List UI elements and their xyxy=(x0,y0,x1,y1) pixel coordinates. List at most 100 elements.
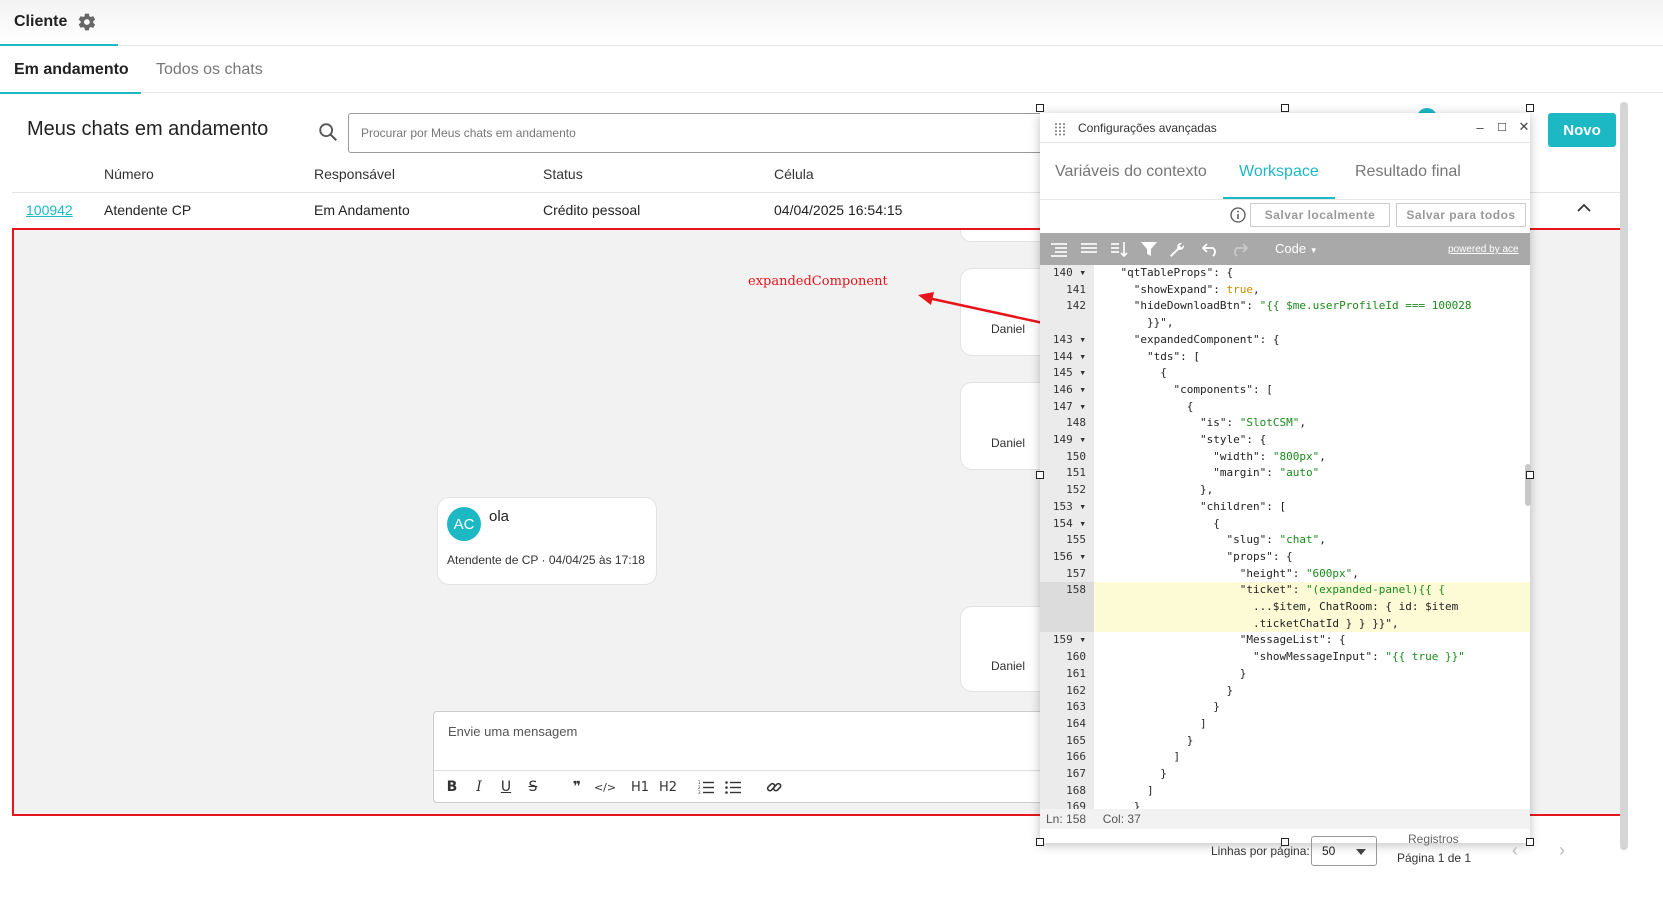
line-number: 168 xyxy=(1066,783,1086,797)
line-number: 161 xyxy=(1066,666,1086,680)
gear-icon[interactable] xyxy=(77,12,97,32)
page-title: Meus chats em andamento xyxy=(27,118,269,140)
code-icon[interactable]: </> xyxy=(594,776,616,798)
line-number: 148 xyxy=(1066,416,1086,430)
italic-button[interactable]: I xyxy=(471,776,487,798)
rows-per-page-label: Linhas por página: xyxy=(1211,844,1310,858)
next-page-icon[interactable]: › xyxy=(1559,840,1565,861)
ordered-list-icon[interactable]: 123 xyxy=(698,776,714,798)
cell-celula: 04/04/2025 16:54:15 xyxy=(774,202,903,218)
tab-todos-os-chats[interactable]: Todos os chats xyxy=(156,47,263,93)
resize-handle[interactable] xyxy=(1526,838,1534,846)
new-button[interactable]: Novo xyxy=(1548,113,1616,147)
code-line: "slug": "chat", xyxy=(1226,533,1326,547)
code-line: "props": { xyxy=(1226,549,1293,563)
close-icon[interactable]: ✕ xyxy=(1514,117,1534,137)
line-number: 156 ▾ xyxy=(1052,549,1086,563)
code-line: }, xyxy=(1094,483,1214,497)
column-header-numero[interactable]: Número xyxy=(104,166,154,182)
redo-icon[interactable] xyxy=(1230,241,1248,257)
format-icon[interactable] xyxy=(1050,241,1068,257)
line-number: 163 xyxy=(1066,700,1086,714)
line-number: 151 xyxy=(1066,466,1086,480)
tab-resultado-final[interactable]: Resultado final xyxy=(1355,163,1461,181)
undo-icon[interactable] xyxy=(1202,241,1220,257)
code-line: "width": "800px", xyxy=(1213,449,1326,463)
code-line: "ticket": "(expanded-panel){{ { xyxy=(1094,582,1530,599)
resize-handle[interactable] xyxy=(1526,104,1534,112)
code-line: } xyxy=(1094,700,1220,714)
maximize-icon[interactable]: ☐ xyxy=(1492,117,1512,137)
heading2-button[interactable]: H2 xyxy=(658,776,678,798)
sort-icon[interactable] xyxy=(1110,241,1128,257)
message-text: ola xyxy=(489,508,510,525)
line-number: 169 xyxy=(1066,800,1086,809)
cursor-line: Ln: 158 xyxy=(1046,812,1087,826)
code-line: "expandedComponent": { xyxy=(1133,332,1280,346)
drag-handle-icon[interactable] xyxy=(1054,122,1066,136)
resize-handle[interactable] xyxy=(1036,104,1044,112)
save-for-all-button[interactable]: Salvar para todos xyxy=(1396,203,1526,227)
cell-numero: Atendente CP xyxy=(104,202,192,218)
editor-toolbar: Code ▼ powered by ace xyxy=(1040,233,1530,265)
code-line: }}", xyxy=(1094,316,1174,330)
chevron-up-icon[interactable] xyxy=(1576,202,1592,214)
code-line: "components": [ xyxy=(1173,382,1273,396)
powered-by-link[interactable]: powered by ace xyxy=(1448,244,1519,255)
resize-handle[interactable] xyxy=(1036,471,1044,479)
code-line: "MessageList": { xyxy=(1239,633,1346,647)
line-number: 166 xyxy=(1066,750,1086,764)
underline-button[interactable]: U xyxy=(498,776,514,798)
advanced-settings-dialog: Configurações avançadas – ☐ ✕ Variáveis … xyxy=(1040,113,1530,843)
resize-handle[interactable] xyxy=(1036,838,1044,846)
line-number xyxy=(1040,599,1094,616)
page-scrollbar[interactable] xyxy=(1620,102,1628,850)
bold-button[interactable]: B xyxy=(444,776,460,798)
rows-per-page-select[interactable]: 50 xyxy=(1311,836,1377,866)
code-line: "showExpand": true, xyxy=(1133,282,1260,296)
dialog-title: Configurações avançadas xyxy=(1078,121,1217,135)
search-icon[interactable] xyxy=(317,121,339,143)
minimize-icon[interactable]: – xyxy=(1470,117,1490,137)
code-line: "style": { xyxy=(1199,433,1267,446)
wrench-icon[interactable] xyxy=(1168,241,1186,257)
tab-variaveis-do-contexto[interactable]: Variáveis do contexto xyxy=(1055,163,1207,181)
line-number: 143 ▾ xyxy=(1052,332,1086,346)
filter-icon[interactable] xyxy=(1140,241,1158,257)
message-input[interactable]: Envie uma mensagem xyxy=(448,724,577,739)
link-icon[interactable] xyxy=(766,776,782,798)
compact-icon[interactable] xyxy=(1080,241,1098,257)
code-area[interactable]: "qtTableProps": { "showExpand": true, "h… xyxy=(1094,265,1530,809)
column-header-celula[interactable]: Célula xyxy=(774,166,814,182)
mode-dropdown[interactable]: Code ▼ xyxy=(1275,241,1318,256)
search-input[interactable] xyxy=(348,113,1068,153)
message-card-left: AC ola Atendente de CP · 04/04/25 às 17:… xyxy=(437,497,657,585)
column-header-status[interactable]: Status xyxy=(543,166,583,182)
save-locally-button[interactable]: Salvar localmente xyxy=(1250,203,1390,227)
line-number: 164 xyxy=(1066,716,1086,730)
prev-page-icon[interactable]: ‹ xyxy=(1512,840,1518,861)
heading1-button[interactable]: H1 xyxy=(630,776,650,798)
message-composer[interactable]: Envie uma mensagem B I U S ❞ </> H1 H2 1… xyxy=(433,711,1053,803)
column-header-responsavel[interactable]: Responsável xyxy=(314,166,395,182)
code-line: "margin": "auto" xyxy=(1213,466,1320,480)
tab-cliente[interactable]: Cliente xyxy=(0,0,118,46)
line-number: 159 ▾ xyxy=(1052,633,1086,647)
ticket-number-link[interactable]: 100942 xyxy=(26,202,73,218)
message-author: Daniel xyxy=(991,322,1026,336)
info-icon[interactable] xyxy=(1230,207,1246,223)
svg-text:3: 3 xyxy=(698,790,701,795)
resize-handle[interactable] xyxy=(1526,471,1534,479)
quote-icon[interactable]: ❞ xyxy=(568,776,586,798)
code-editor[interactable]: Code ▼ powered by ace 140 ▾ 141 142 143 ▾… xyxy=(1040,233,1530,829)
code-line: ] xyxy=(1094,783,1154,797)
tab-workspace[interactable]: Workspace xyxy=(1239,163,1319,181)
strike-button[interactable]: S xyxy=(525,776,541,798)
resize-handle[interactable] xyxy=(1281,104,1289,112)
tab-em-andamento[interactable]: Em andamento xyxy=(0,47,141,94)
line-number: 162 xyxy=(1066,683,1086,697)
code-line: { xyxy=(1094,516,1220,530)
bullet-list-icon[interactable] xyxy=(725,776,741,798)
dialog-titlebar[interactable]: Configurações avançadas – ☐ ✕ xyxy=(1040,113,1530,143)
top-header: Cliente xyxy=(0,0,1663,46)
